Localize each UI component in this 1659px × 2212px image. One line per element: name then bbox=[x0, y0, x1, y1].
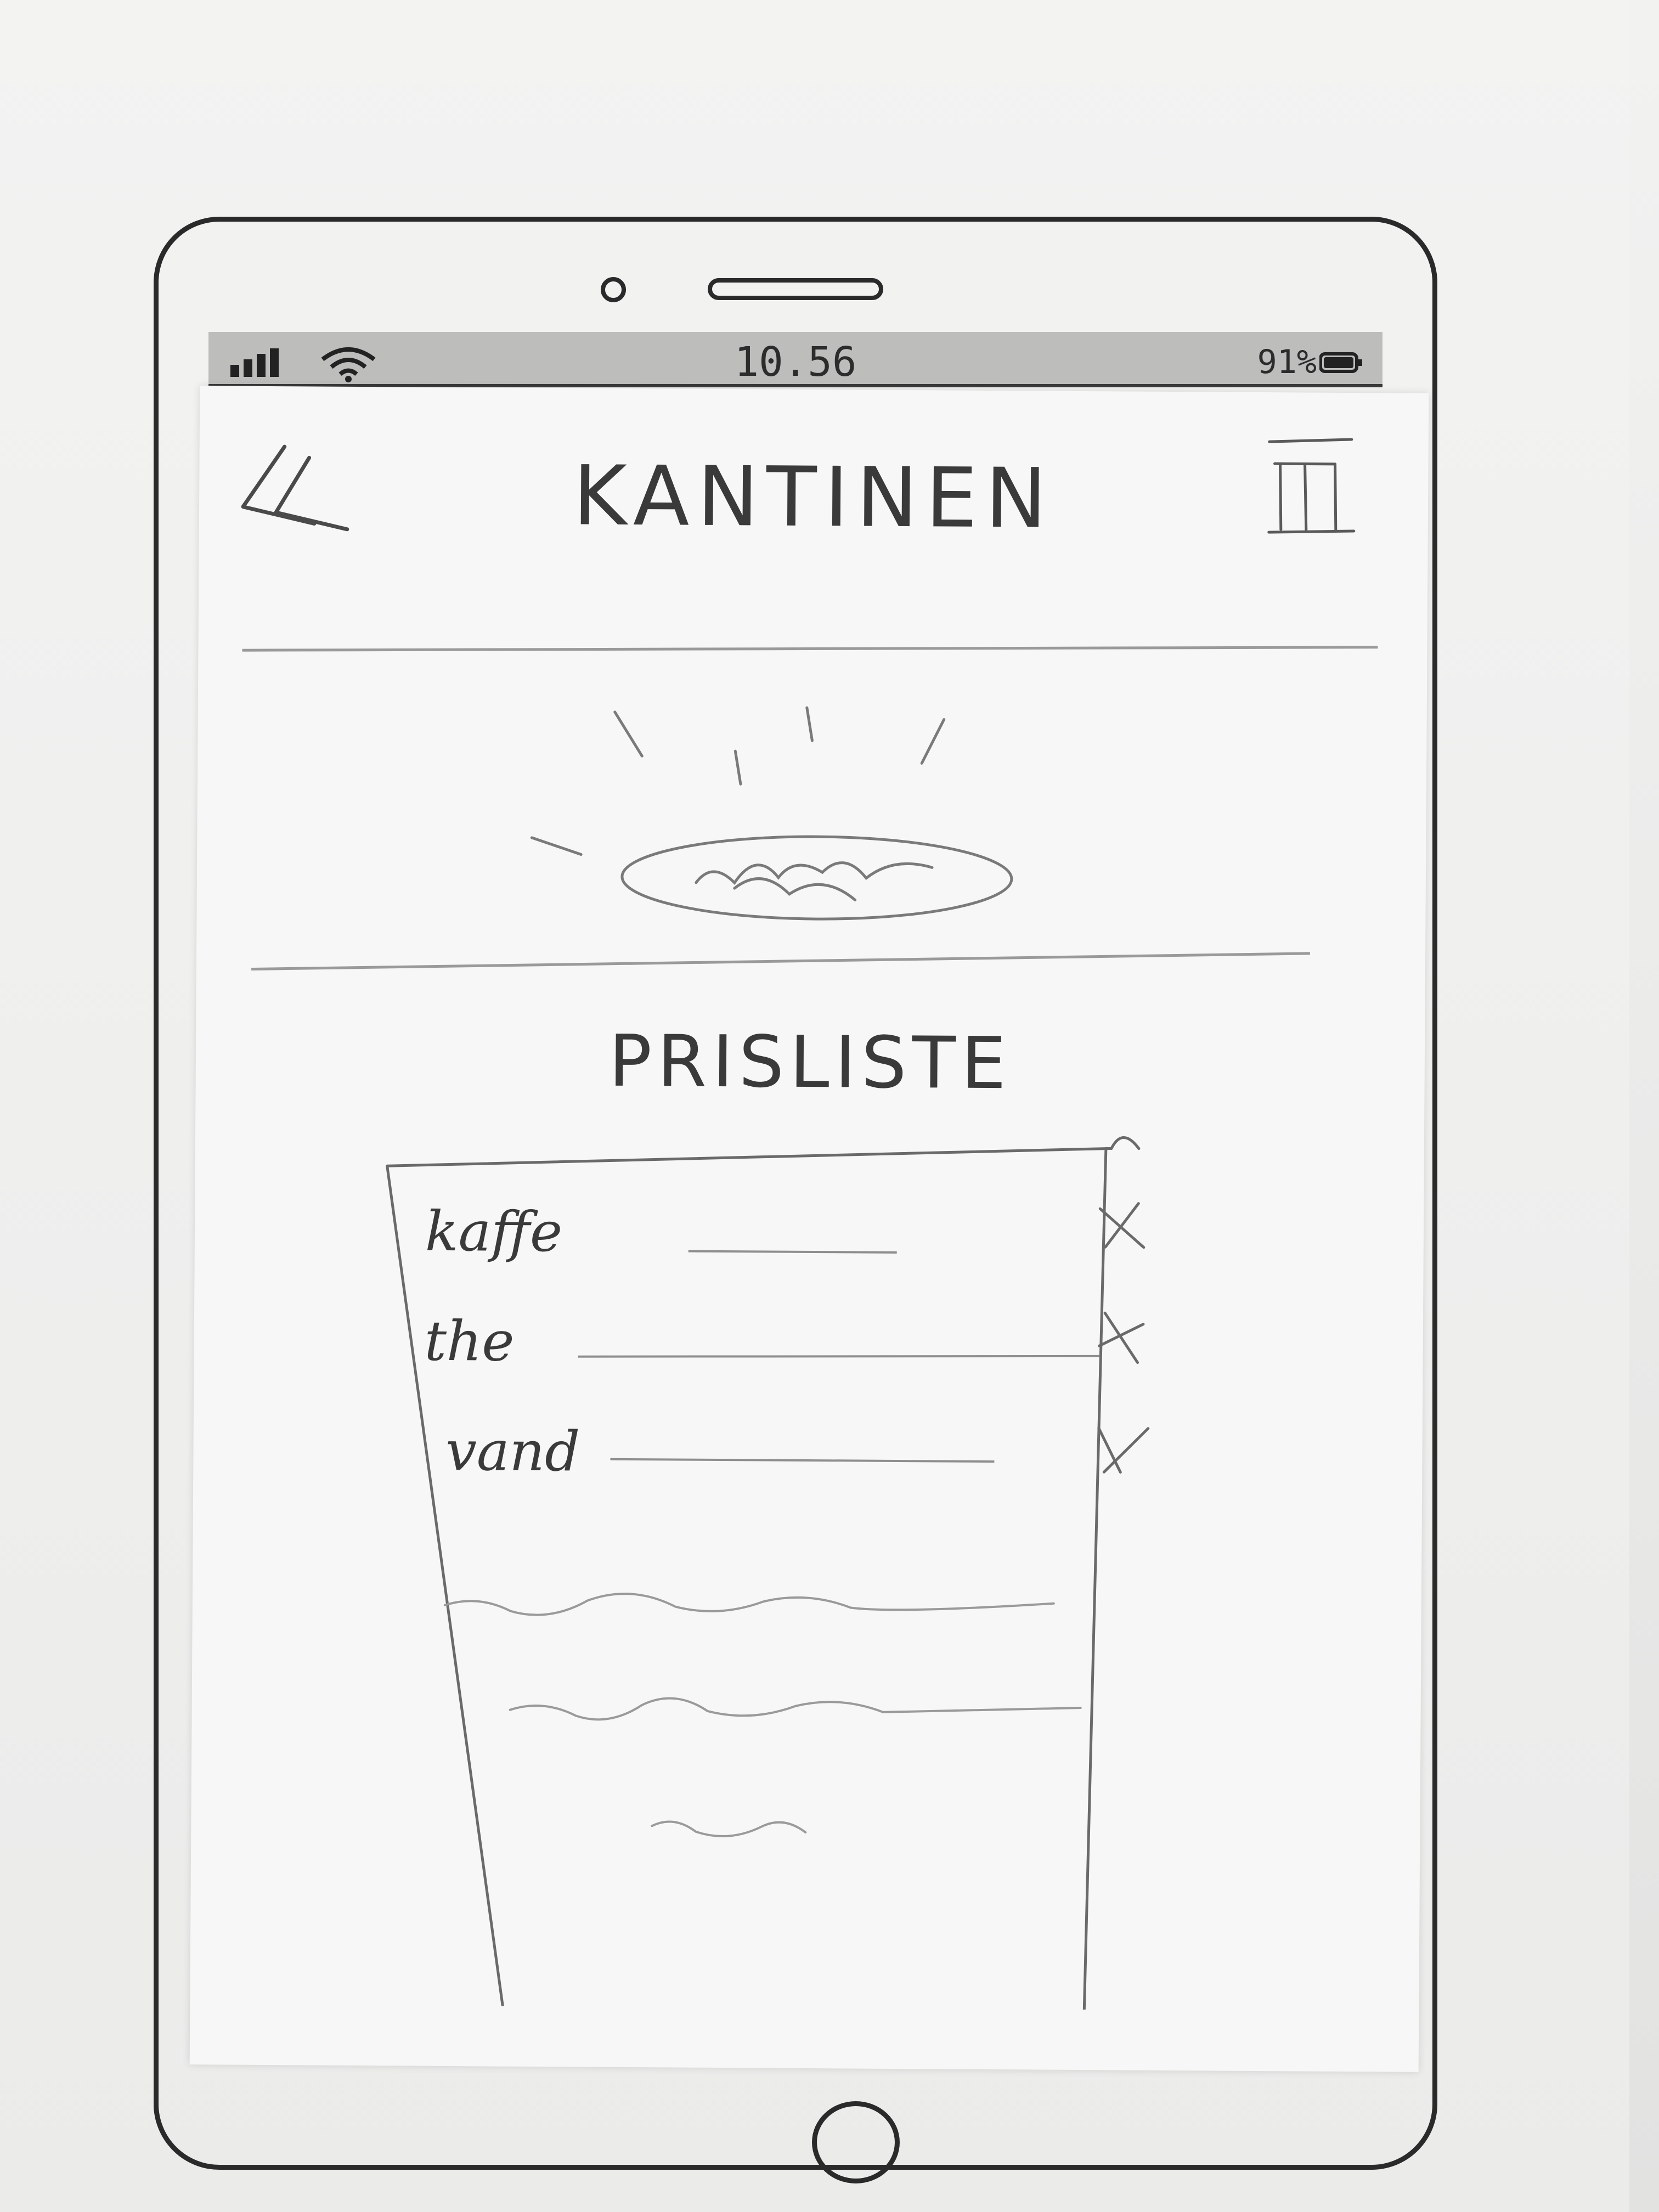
menu-button[interactable] bbox=[1263, 431, 1363, 541]
price-list-card: kaffe the vand bbox=[365, 1127, 1194, 2011]
header-divider bbox=[242, 646, 1378, 652]
page-title: KANTINEN bbox=[572, 448, 1055, 547]
app-screen: KANTINEN PRISLISTE kaffe the vand bbox=[189, 386, 1429, 2072]
price-list-title: PRISLISTE bbox=[608, 1019, 1012, 1105]
placeholder-scribbles bbox=[443, 1593, 1082, 1838]
status-time: 10.56 bbox=[734, 338, 857, 386]
battery-icon bbox=[1319, 352, 1362, 373]
hamburger-menu-icon bbox=[1267, 438, 1356, 534]
status-bar: 10.56 91% bbox=[208, 332, 1383, 387]
battery-percentage: 91% bbox=[1257, 343, 1317, 381]
home-button[interactable] bbox=[812, 2101, 900, 2183]
navigation-bar: KANTINEN bbox=[199, 386, 1429, 646]
speaker-grille bbox=[708, 278, 883, 300]
food-image bbox=[530, 706, 1013, 921]
camera-icon bbox=[601, 277, 626, 302]
